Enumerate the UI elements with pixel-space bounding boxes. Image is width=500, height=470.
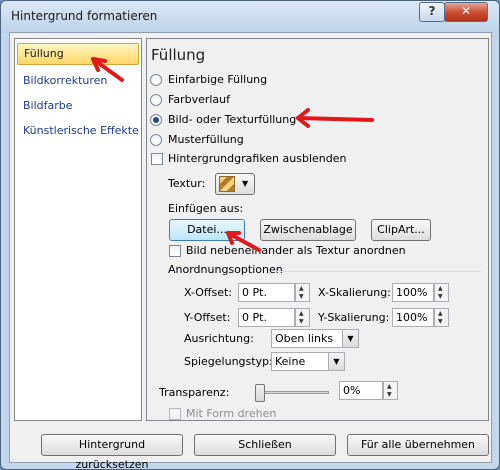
apply-to-all-button[interactable]: Für alle übernehmen	[347, 434, 489, 456]
texture-swatch-icon	[219, 176, 235, 192]
tile-texture-checkbox[interactable]	[169, 245, 181, 257]
tile-texture-label: Bild nebeneinander als Textur anordnen	[186, 244, 406, 257]
radio-picture-texture-fill[interactable]	[150, 114, 162, 126]
radio-gradient-fill[interactable]	[150, 94, 162, 106]
rotate-with-shape-label: Mit Form drehen	[186, 407, 277, 420]
rotate-with-shape-checkbox[interactable]	[169, 408, 181, 420]
hide-background-graphics-checkbox[interactable]	[151, 153, 163, 165]
clipboard-button[interactable]: Zwischenablage	[260, 219, 356, 241]
close-button[interactable]: Schließen	[194, 434, 336, 456]
mirror-type-select[interactable]: Keine ▼	[271, 352, 345, 371]
x-offset-spinner[interactable]: ▲ ▼	[295, 283, 310, 302]
transparency-slider-track[interactable]	[259, 391, 329, 394]
y-scale-input[interactable]: 100%	[392, 308, 434, 327]
y-scale-spinner[interactable]: ▲ ▼	[434, 308, 449, 327]
x-scale-input[interactable]: 100%	[392, 283, 434, 302]
close-window-button[interactable]: ✕	[444, 2, 488, 22]
clipart-button[interactable]: ClipArt...	[371, 219, 431, 241]
texture-picker-button[interactable]: ▼	[215, 173, 255, 195]
format-background-dialog: Hintergrund formatieren ? ✕ Füllung Bild…	[0, 0, 500, 470]
layout-options-label: Anordnungsoptionen	[168, 263, 283, 276]
category-sidebar: Füllung Bildkorrekturen Bildfarbe Künstl…	[14, 38, 142, 421]
transparency-input[interactable]: 0%	[339, 381, 383, 400]
fill-settings-panel: Füllung Einfarbige Füllung Farbverlauf B…	[146, 38, 489, 421]
x-scale-spinner[interactable]: ▲ ▼	[434, 283, 449, 302]
label-solid-fill: Einfarbige Füllung	[168, 73, 268, 86]
x-offset-label: X-Offset:	[184, 286, 233, 299]
sidebar-item-artistic-effects[interactable]: Künstlerische Effekte	[17, 121, 139, 143]
alignment-label: Ausrichtung:	[184, 332, 254, 345]
y-offset-label: Y-Offset:	[184, 311, 231, 324]
transparency-slider-thumb[interactable]	[255, 384, 265, 402]
y-offset-input[interactable]: 0 Pt.	[238, 308, 295, 327]
x-scale-label: X-Skalierung:	[318, 286, 391, 299]
hide-background-graphics-label: Hintergrundgrafiken ausblenden	[168, 152, 347, 165]
reset-background-button[interactable]: Hintergrund zurücksetzen	[41, 434, 183, 469]
x-offset-input[interactable]: 0 Pt.	[238, 283, 295, 302]
help-button[interactable]: ?	[419, 2, 445, 22]
file-button[interactable]: Datei...	[169, 219, 245, 241]
transparency-spinner[interactable]: ▲ ▼	[383, 381, 398, 400]
radio-pattern-fill[interactable]	[150, 134, 162, 146]
label-pattern-fill: Musterfüllung	[168, 133, 244, 146]
title-bar[interactable]: Hintergrund formatieren ? ✕	[1, 1, 499, 33]
chevron-down-icon: ▼	[242, 179, 249, 188]
panel-title: Füllung	[151, 46, 206, 64]
label-gradient-fill: Farbverlauf	[168, 93, 231, 106]
y-offset-spinner[interactable]: ▲ ▼	[295, 308, 310, 327]
dialog-client: Füllung Bildkorrekturen Bildfarbe Künstl…	[9, 32, 492, 469]
y-scale-label: Y-Skalierung:	[318, 311, 390, 324]
window-title: Hintergrund formatieren	[11, 9, 158, 23]
layout-options-divider	[275, 271, 481, 272]
insert-from-label: Einfügen aus:	[168, 202, 244, 215]
transparency-label: Transparenz:	[159, 386, 230, 399]
label-picture-texture-fill: Bild- oder Texturfüllung	[168, 113, 297, 126]
mirror-type-value: Keine	[275, 355, 306, 368]
sidebar-item-picture-corrections[interactable]: Bildkorrekturen	[17, 71, 139, 93]
mirror-type-label: Spiegelungstyp:	[184, 355, 273, 368]
chevron-down-icon: ▼	[342, 330, 358, 347]
sidebar-item-picture-color[interactable]: Bildfarbe	[17, 96, 139, 118]
alignment-select[interactable]: Oben links ▼	[271, 329, 359, 348]
alignment-value: Oben links	[275, 332, 334, 345]
sidebar-item-fill[interactable]: Füllung	[17, 43, 139, 65]
radio-solid-fill[interactable]	[150, 74, 162, 86]
texture-label: Textur:	[168, 177, 206, 190]
chevron-down-icon: ▼	[328, 353, 344, 370]
